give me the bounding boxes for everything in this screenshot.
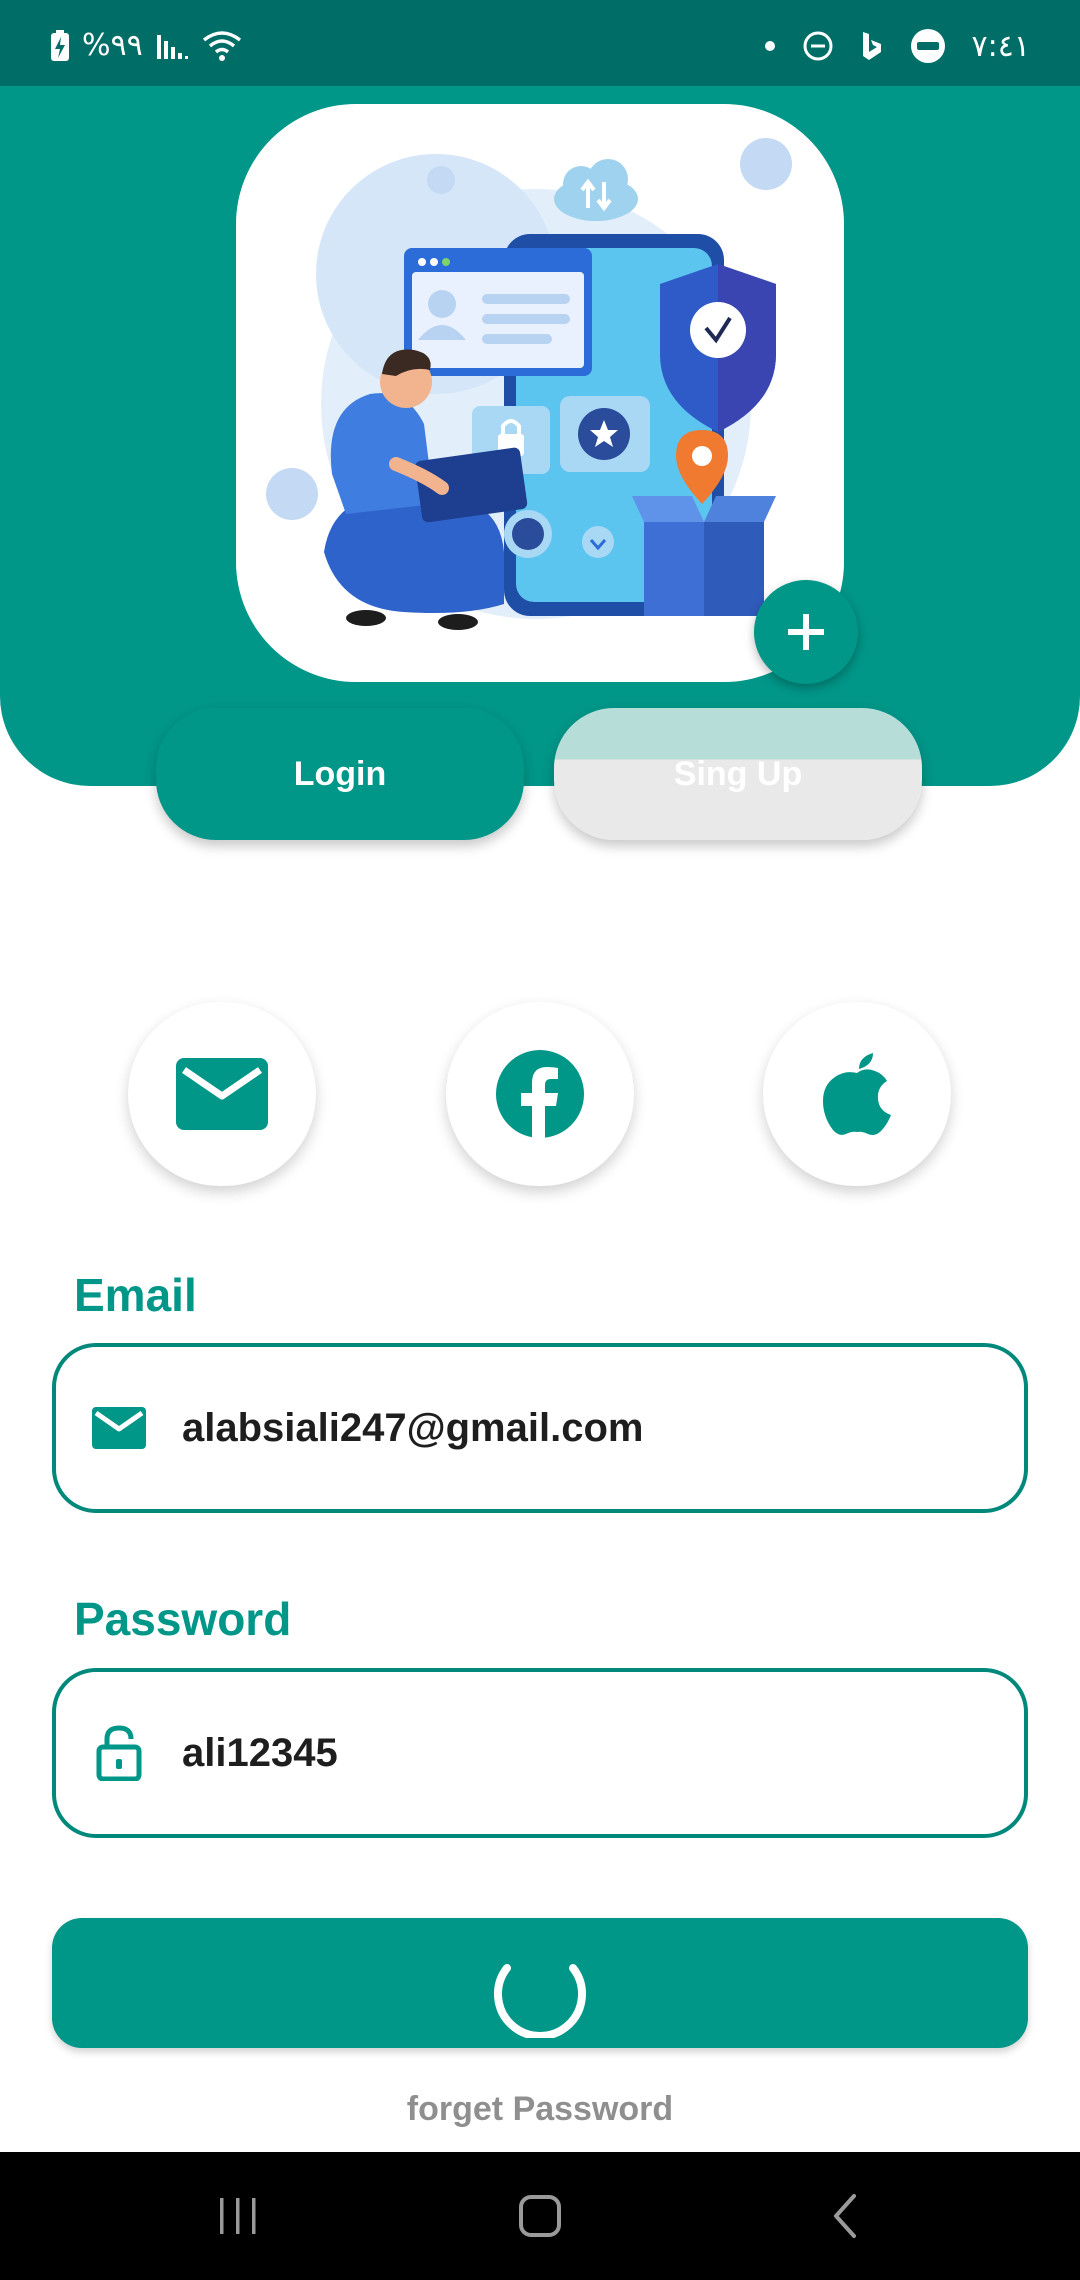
email-field[interactable]: alabsiali247@gmail.com bbox=[52, 1343, 1028, 1513]
email-login-button[interactable] bbox=[128, 1002, 316, 1186]
navigation-bar bbox=[0, 2152, 1080, 2280]
tab-signup[interactable]: Sing Up bbox=[554, 708, 922, 840]
plus-icon bbox=[788, 614, 824, 650]
do-not-disturb-icon bbox=[802, 30, 834, 62]
password-field[interactable]: ali12345 bbox=[52, 1668, 1028, 1838]
mail-icon bbox=[176, 1058, 268, 1130]
forgot-password-link[interactable]: forget Password bbox=[0, 2090, 1080, 2129]
password-value[interactable]: ali12345 bbox=[182, 1731, 338, 1776]
lock-icon bbox=[88, 1725, 150, 1781]
back-icon bbox=[834, 2194, 856, 2238]
profile-image[interactable] bbox=[236, 104, 844, 682]
password-label: Password bbox=[74, 1593, 292, 1645]
clock: ٧:٤١ bbox=[971, 28, 1030, 64]
home-button[interactable] bbox=[510, 2186, 570, 2246]
apple-login-button[interactable] bbox=[763, 1002, 951, 1186]
home-icon bbox=[519, 2195, 561, 2237]
facebook-icon bbox=[496, 1050, 584, 1138]
login-submit-button[interactable] bbox=[52, 1918, 1028, 2048]
dot-icon bbox=[764, 40, 776, 52]
recent-apps-icon bbox=[220, 2198, 256, 2234]
email-label: Email bbox=[74, 1269, 197, 1321]
status-left-group: %٩٩ bbox=[50, 28, 243, 63]
signal-icon bbox=[155, 31, 189, 61]
status-right-group: ٧:٤١ bbox=[764, 28, 1030, 64]
mobile-security-illustration bbox=[266, 138, 792, 630]
battery-charging-icon bbox=[50, 29, 70, 62]
apple-icon bbox=[823, 1053, 891, 1135]
email-value[interactable]: alabsiali247@gmail.com bbox=[182, 1406, 643, 1451]
mail-icon bbox=[88, 1407, 150, 1449]
back-button[interactable] bbox=[815, 2186, 875, 2246]
status-bar: %٩٩ ٧:٤١ bbox=[0, 0, 1080, 86]
recent-apps-button[interactable] bbox=[208, 2186, 268, 2246]
365-icon bbox=[910, 28, 946, 64]
facebook-login-button[interactable] bbox=[446, 1002, 634, 1186]
tab-login[interactable]: Login bbox=[156, 708, 524, 840]
add-photo-button[interactable] bbox=[754, 580, 858, 684]
bing-icon bbox=[860, 30, 884, 62]
battery-percent: %٩٩ bbox=[82, 28, 143, 63]
loading-spinner-icon bbox=[494, 1964, 586, 2038]
wifi-icon bbox=[201, 30, 243, 62]
